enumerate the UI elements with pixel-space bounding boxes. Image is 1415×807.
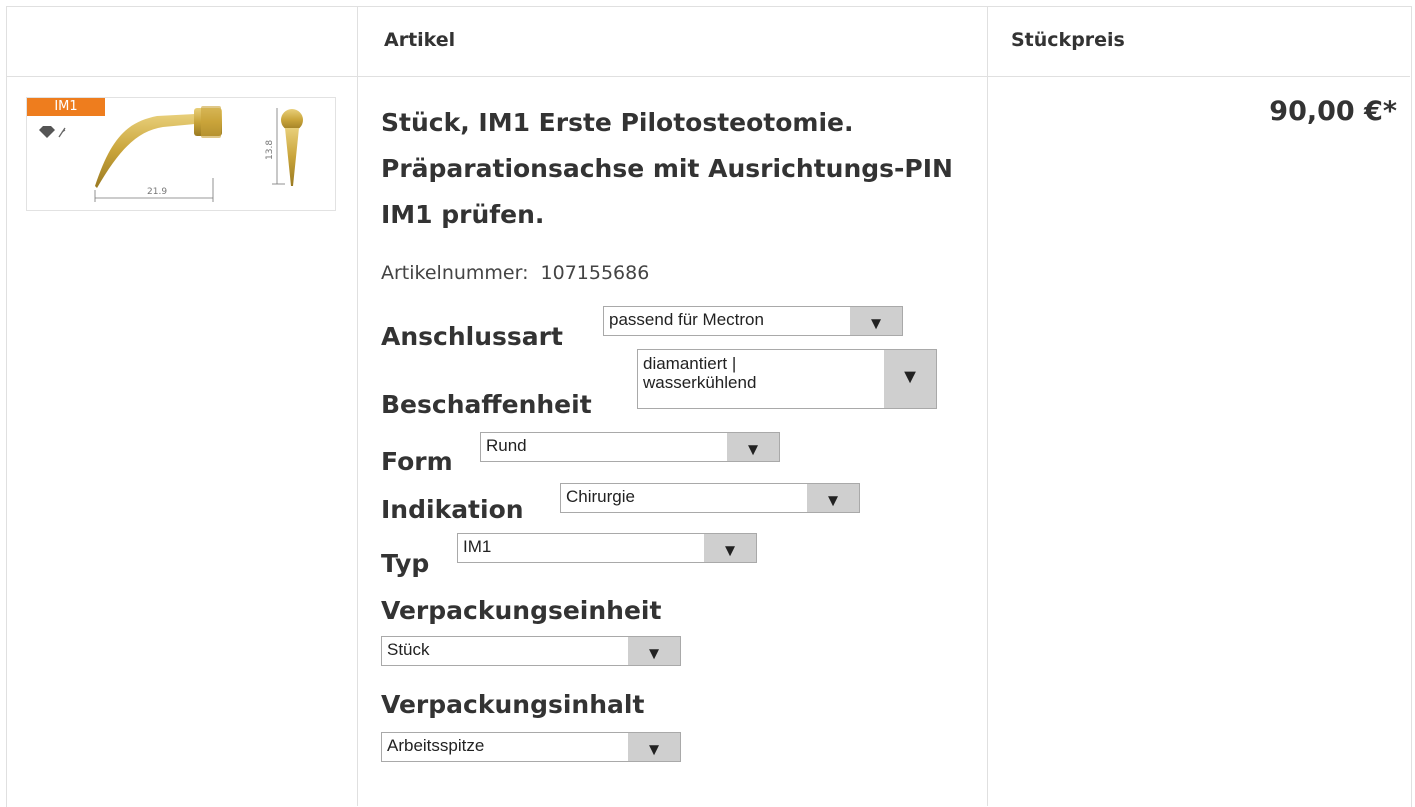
select-verpackungseinheit-value: Stück: [387, 640, 430, 659]
unit-price: 90,00 €*: [1269, 96, 1397, 127]
diamond-icon: [39, 126, 55, 138]
select-beschaffenheit-value: diamantiert | wasserkühlend: [643, 354, 757, 392]
dimension-height: 13.8: [265, 140, 275, 160]
select-verpackungsinhalt-value: Arbeitsspitze: [387, 736, 485, 755]
chevron-down-icon[interactable]: ▼: [704, 534, 756, 562]
article-number: 107155686: [540, 262, 650, 284]
select-indikation[interactable]: Chirurgie ▼: [560, 483, 860, 513]
dimension-length: 21.9: [147, 187, 167, 197]
select-form-value: Rund: [486, 436, 527, 455]
select-form[interactable]: Rund ▼: [480, 432, 780, 462]
table-header: [6, 6, 1410, 77]
select-verpackungsinhalt[interactable]: Arbeitsspitze ▼: [381, 732, 681, 762]
label-verpackungseinheit: Verpackungseinheit: [381, 596, 662, 625]
label-beschaffenheit: Beschaffenheit: [381, 390, 592, 419]
label-indikation: Indikation: [381, 495, 524, 524]
chevron-down-icon[interactable]: ▼: [628, 637, 680, 665]
select-verpackungseinheit[interactable]: Stück ▼: [381, 636, 681, 666]
article-number-label: Artikelnummer:: [381, 262, 529, 284]
column-divider: [357, 6, 358, 806]
instrument-drawing: 21.9 13.8: [39, 106, 303, 202]
water-cooling-icon: [58, 127, 66, 138]
label-form: Form: [381, 447, 453, 476]
chevron-down-icon[interactable]: ▼: [628, 733, 680, 761]
select-typ[interactable]: IM1 ▼: [457, 533, 757, 563]
select-beschaffenheit[interactable]: diamantiert | wasserkühlend ▼: [637, 349, 937, 409]
select-anschlussart-value: passend für Mectron: [609, 310, 764, 329]
label-anschlussart: Anschlussart: [381, 322, 563, 351]
chevron-down-icon[interactable]: ▼: [727, 433, 779, 461]
chevron-down-icon[interactable]: ▼: [807, 484, 859, 512]
column-divider: [987, 6, 988, 806]
label-verpackungsinhalt: Verpackungsinhalt: [381, 690, 645, 719]
select-typ-value: IM1: [463, 537, 492, 556]
product-image[interactable]: IM1 21.9 13.8: [26, 97, 336, 211]
chevron-down-icon[interactable]: ▼: [850, 307, 902, 335]
article-number-row: Artikelnummer: 107155686: [381, 262, 649, 284]
label-typ: Typ: [381, 549, 430, 578]
select-anschlussart[interactable]: passend für Mectron ▼: [603, 306, 903, 336]
header-unit-price: Stückpreis: [1011, 29, 1125, 51]
header-article: Artikel: [384, 29, 456, 51]
product-title[interactable]: Stück, IM1 Erste Pilotosteotomie. Präpar…: [381, 100, 981, 238]
select-indikation-value: Chirurgie: [566, 487, 635, 506]
chevron-down-icon[interactable]: ▼: [884, 350, 936, 408]
